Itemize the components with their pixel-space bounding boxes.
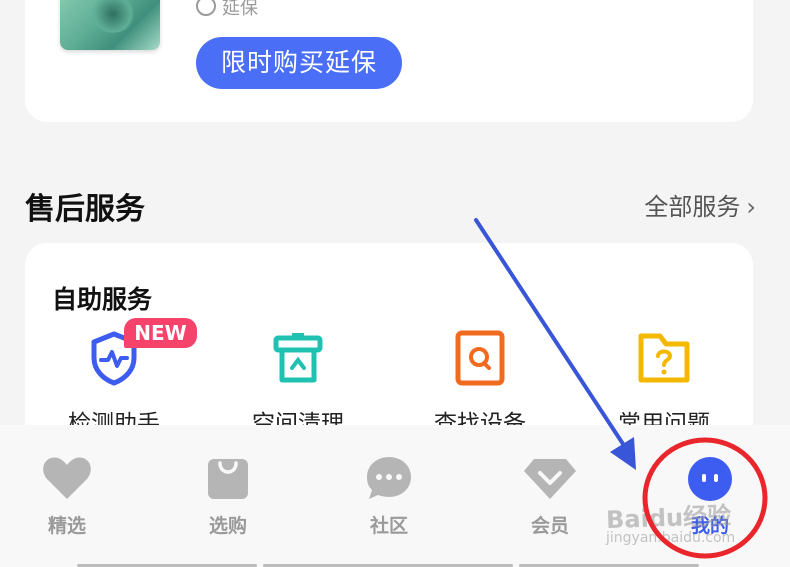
annotation-circle (642, 437, 768, 559)
annotation-overlay (474, 218, 768, 559)
annotation-arrow-line (474, 218, 627, 449)
